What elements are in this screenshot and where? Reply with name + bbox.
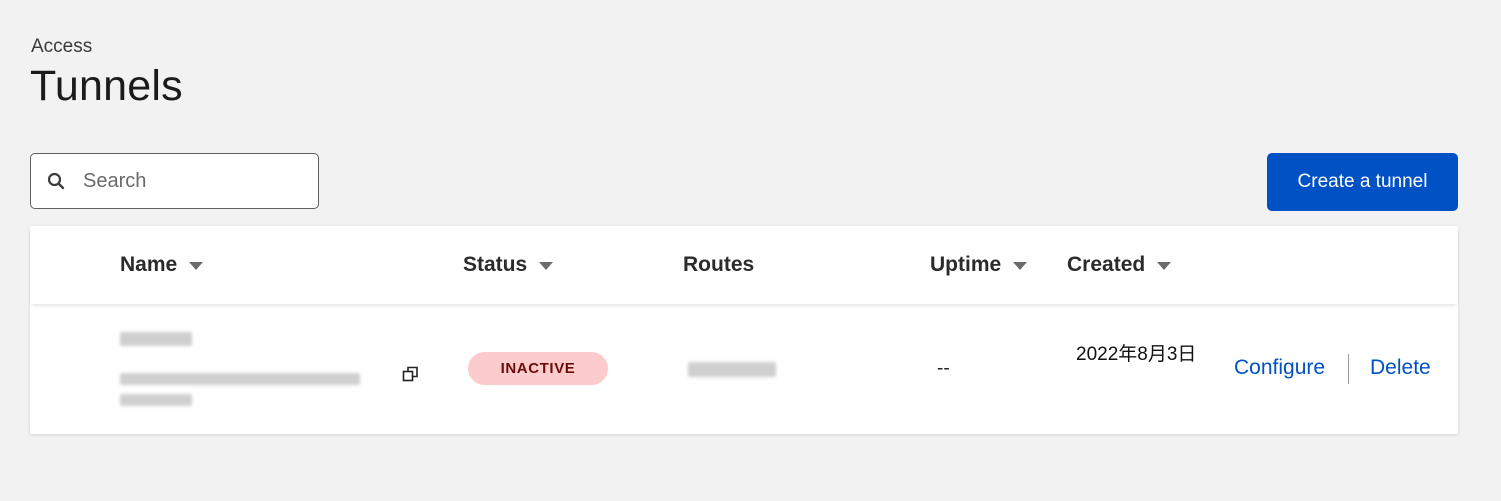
created-date: 2022年8月3日 [1076, 344, 1197, 365]
column-header-created[interactable]: Created [1067, 253, 1172, 277]
status-badge: INACTIVE [468, 352, 608, 385]
column-header-uptime[interactable]: Uptime [930, 253, 1028, 277]
redacted-tunnel-name [120, 332, 192, 346]
configure-link[interactable]: Configure [1234, 356, 1325, 380]
search-icon [47, 171, 67, 191]
page-title: Tunnels [30, 62, 183, 110]
column-header-routes: Routes [683, 253, 754, 277]
search-input[interactable] [81, 168, 305, 194]
column-header-label: Uptime [930, 253, 1002, 276]
sort-caret-icon [539, 262, 554, 270]
sort-caret-icon [189, 262, 204, 270]
redacted-route [688, 362, 776, 377]
redacted-tunnel-id-cont [120, 394, 192, 406]
column-header-label: Routes [683, 253, 755, 276]
action-divider [1348, 354, 1349, 384]
copy-icon[interactable] [401, 364, 421, 384]
table-header: Name Status Routes Uptime Created [30, 226, 1458, 304]
tunnels-page: Access Tunnels Create a tunnel Name Stat… [0, 0, 1501, 501]
sort-caret-icon [1013, 262, 1028, 270]
search-box[interactable] [30, 153, 319, 209]
column-header-name[interactable]: Name [120, 253, 204, 277]
redacted-tunnel-id [120, 373, 360, 385]
sort-caret-icon [1157, 262, 1172, 270]
column-header-label: Status [463, 253, 528, 276]
uptime-value: -- [937, 358, 950, 379]
tunnels-table: Name Status Routes Uptime Created [30, 226, 1458, 434]
create-tunnel-button[interactable]: Create a tunnel [1267, 153, 1458, 211]
column-header-label: Created [1067, 253, 1146, 276]
breadcrumb[interactable]: Access [31, 36, 92, 58]
delete-link[interactable]: Delete [1370, 356, 1431, 380]
column-header-label: Name [120, 253, 178, 276]
column-header-status[interactable]: Status [463, 253, 554, 277]
